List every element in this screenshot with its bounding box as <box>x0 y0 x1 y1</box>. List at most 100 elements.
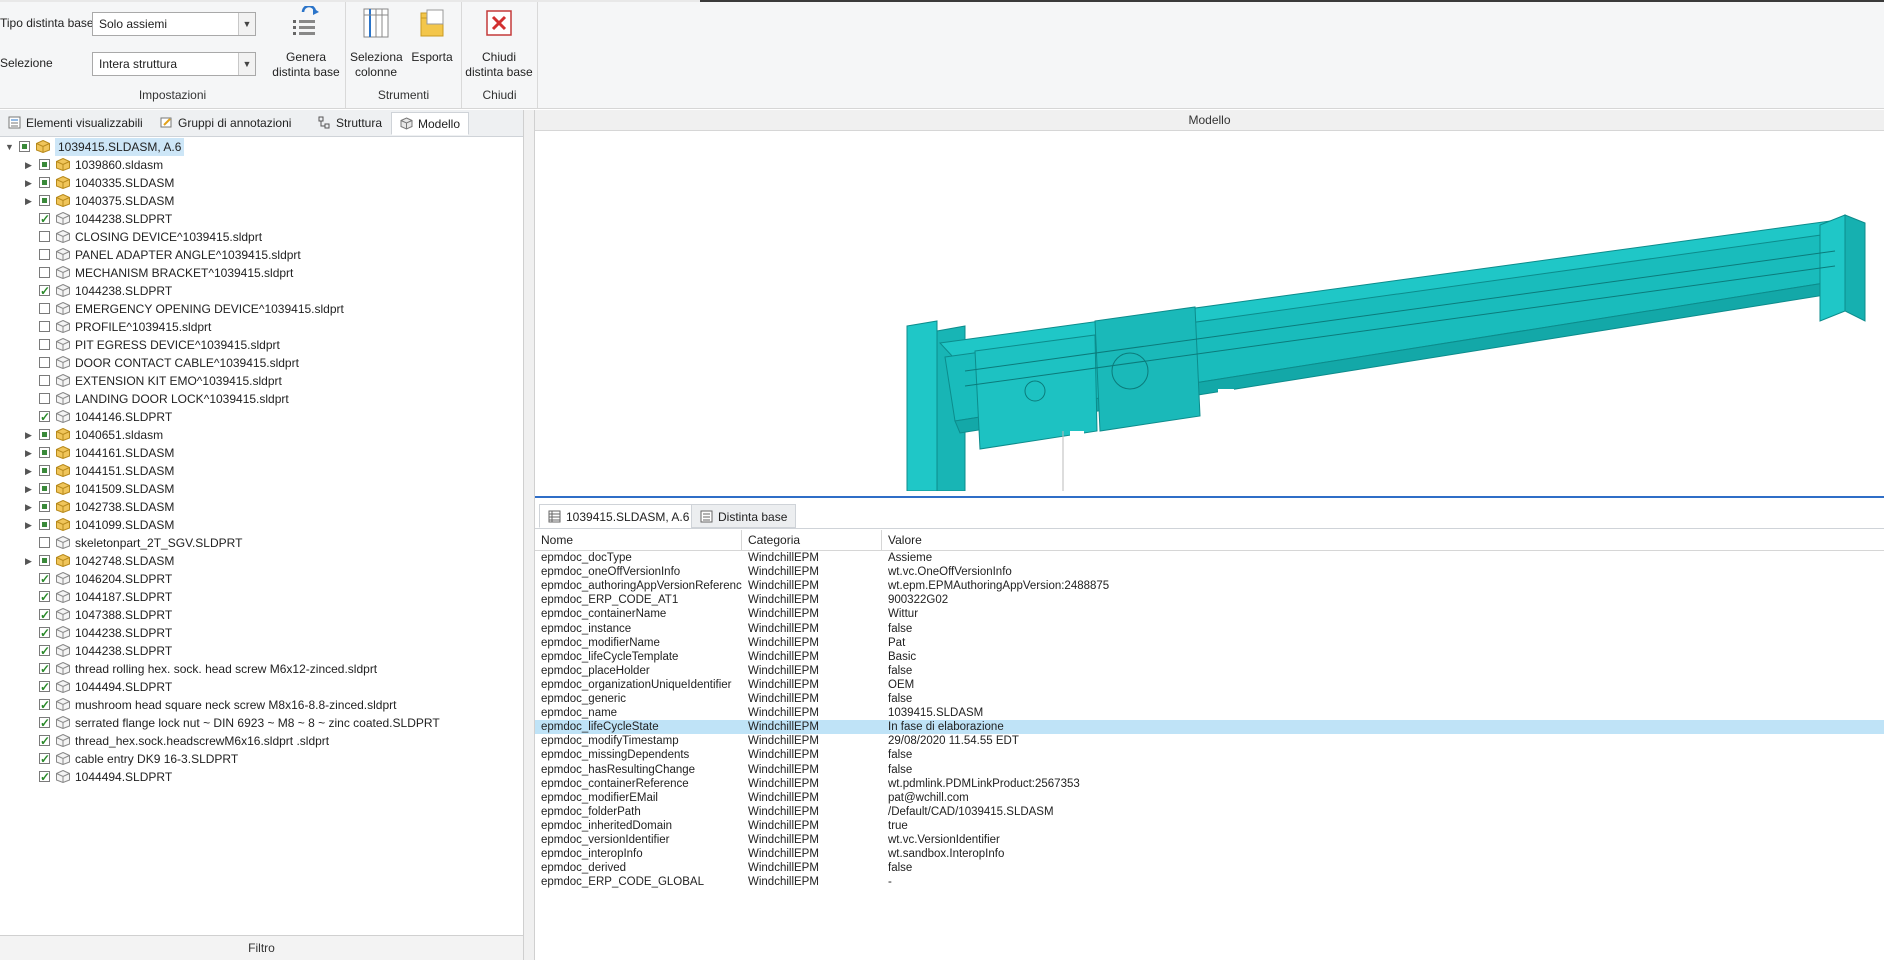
tree-node[interactable]: PROFILE^1039415.sldprt <box>0 318 523 336</box>
tab-elementi-visualizzabili[interactable]: Elementi visualizzabili <box>0 112 151 135</box>
tree-checkbox[interactable] <box>39 714 50 732</box>
tree-checkbox[interactable] <box>39 231 50 242</box>
chiudi-distinta-button[interactable]: Chiudi distinta base <box>464 6 534 80</box>
tab-modello[interactable]: Modello <box>391 112 470 135</box>
tree-node[interactable]: ▶ 1040335.SLDASM <box>0 174 523 192</box>
tree-node[interactable]: 1044494.SLDPRT <box>0 678 523 696</box>
tree-checkbox[interactable] <box>39 570 50 588</box>
tree-node[interactable]: thread_hex.sock.headscrewM6x16.sldprt .s… <box>0 732 523 750</box>
tree-checkbox[interactable] <box>39 606 50 624</box>
tree-node[interactable]: 1044238.SLDPRT <box>0 282 523 300</box>
tree-node[interactable]: 1044146.SLDPRT <box>0 408 523 426</box>
tree-node[interactable]: 1044238.SLDPRT <box>0 210 523 228</box>
tree-node[interactable]: ▶ 1039860.sldasm <box>0 156 523 174</box>
filtro-bar[interactable]: Filtro <box>0 935 523 960</box>
tree-node[interactable]: 1044238.SLDPRT <box>0 642 523 660</box>
tree-checkbox[interactable] <box>39 357 50 368</box>
tree-checkbox[interactable] <box>39 195 50 206</box>
chevron-down-icon[interactable]: ▼ <box>238 53 255 75</box>
tree-checkbox[interactable] <box>39 177 50 188</box>
expand-right-icon[interactable]: ▶ <box>25 516 35 534</box>
column-header-categoria[interactable]: Categoria <box>742 530 882 550</box>
tab-struttura[interactable]: Struttura <box>310 112 390 135</box>
table-row[interactable]: epmdoc_containerReference WindchillEPM wt.… <box>535 777 1884 791</box>
table-row[interactable]: epmdoc_generic WindchillEPM false <box>535 692 1884 706</box>
selezione-select[interactable]: Intera struttura ▼ <box>92 52 256 76</box>
tree-checkbox[interactable] <box>39 159 50 170</box>
tree-node[interactable]: PANEL ADAPTER ANGLE^1039415.sldprt <box>0 246 523 264</box>
tree-checkbox[interactable] <box>39 519 50 530</box>
tree-node[interactable]: mushroom head square neck screw M8x16-8.… <box>0 696 523 714</box>
tree-node[interactable]: 1044238.SLDPRT <box>0 624 523 642</box>
expand-right-icon[interactable]: ▶ <box>25 480 35 498</box>
table-row[interactable]: epmdoc_inheritedDomain WindchillEPM true <box>535 819 1884 833</box>
expand-right-icon[interactable]: ▶ <box>25 156 35 174</box>
tree-root[interactable]: ▼ 1039415.SLDASM, A.6 <box>0 138 523 156</box>
genera-distinta-button[interactable]: Genera distinta base <box>268 4 344 80</box>
tree-checkbox[interactable] <box>39 678 50 696</box>
table-row[interactable]: epmdoc_versionIdentifier WindchillEPM wt.v… <box>535 833 1884 847</box>
tree-checkbox[interactable] <box>39 642 50 660</box>
tree-checkbox[interactable] <box>39 321 50 332</box>
tree-node[interactable]: ▶ 1040651.sldasm <box>0 426 523 444</box>
esporta-button[interactable]: Esporta <box>408 6 456 65</box>
tree-node[interactable]: ▶ 1041509.SLDASM <box>0 480 523 498</box>
tree-checkbox[interactable] <box>39 375 50 386</box>
tree-checkbox[interactable] <box>19 141 30 152</box>
tree-node[interactable]: PIT EGRESS DEVICE^1039415.sldprt <box>0 336 523 354</box>
column-header-valore[interactable]: Valore <box>882 530 1884 550</box>
tree-checkbox[interactable] <box>39 750 50 768</box>
tree-node[interactable]: thread rolling hex. sock. head screw M6x… <box>0 660 523 678</box>
left-splitter[interactable] <box>524 110 535 960</box>
tree-checkbox[interactable] <box>39 768 50 786</box>
table-row[interactable]: epmdoc_lifeCycleState WindchillEPM In fase… <box>535 720 1884 735</box>
expand-down-icon[interactable]: ▼ <box>5 138 15 156</box>
tree-checkbox[interactable] <box>39 660 50 678</box>
tree-node[interactable]: DOOR CONTACT CABLE^1039415.sldprt <box>0 354 523 372</box>
tree-node[interactable]: serrated flange lock nut ~ DIN 6923 ~ M8… <box>0 714 523 732</box>
tree-node[interactable]: cable entry DK9 16-3.SLDPRT <box>0 750 523 768</box>
tree-node[interactable]: MECHANISM BRACKET^1039415.sldprt <box>0 264 523 282</box>
tree-node[interactable]: ▶ 1041099.SLDASM <box>0 516 523 534</box>
tipo-distinta-select[interactable]: Solo assiemi ▼ <box>92 12 256 36</box>
table-row[interactable]: epmdoc_folderPath WindchillEPM/Default/CA… <box>535 805 1884 819</box>
expand-right-icon[interactable]: ▶ <box>25 444 35 462</box>
chevron-down-icon[interactable]: ▼ <box>238 13 255 35</box>
tree-checkbox[interactable] <box>39 339 50 350</box>
tree-node[interactable]: ▶ 1042748.SLDASM <box>0 552 523 570</box>
table-row[interactable]: epmdoc_modifyTimestamp WindchillEPM 29/08/… <box>535 734 1884 748</box>
panel-separator[interactable] <box>535 496 1884 498</box>
table-row[interactable]: epmdoc_ERP_CODE_GLOBAL WindchillEPM - <box>535 875 1884 889</box>
tree-checkbox[interactable] <box>39 393 50 404</box>
table-row[interactable]: epmdoc_name WindchillEPM 1039415.SLDASM <box>535 706 1884 720</box>
tab-properties-document[interactable]: 1039415.SLDASM, A.6 <box>539 504 699 528</box>
table-row[interactable]: epmdoc_docType WindchillEPM Assieme <box>535 551 1884 565</box>
tree-node[interactable]: EMERGENCY OPENING DEVICE^1039415.sldprt <box>0 300 523 318</box>
table-row[interactable]: epmdoc_missingDependents WindchillEPM fals… <box>535 748 1884 762</box>
tree-checkbox[interactable] <box>39 408 50 426</box>
tree-node[interactable]: ▶ 1040375.SLDASM <box>0 192 523 210</box>
table-row[interactable]: epmdoc_lifeCycleTemplate WindchillEPM Basi… <box>535 650 1884 664</box>
table-row[interactable]: epmdoc_modifierEMail WindchillEPM pat@wchi… <box>535 791 1884 805</box>
expand-right-icon[interactable]: ▶ <box>25 174 35 192</box>
tree-node[interactable]: skeletonpart_2T_SGV.SLDPRT <box>0 534 523 552</box>
tree-checkbox[interactable] <box>39 555 50 566</box>
table-row[interactable]: epmdoc_placeHolder WindchillEPM false <box>535 664 1884 678</box>
tree-node[interactable]: CLOSING DEVICE^1039415.sldprt <box>0 228 523 246</box>
tree-node[interactable]: 1044187.SLDPRT <box>0 588 523 606</box>
tree-node[interactable]: ▶ 1044151.SLDASM <box>0 462 523 480</box>
tree-checkbox[interactable] <box>39 732 50 750</box>
expand-right-icon[interactable]: ▶ <box>25 462 35 480</box>
tree-checkbox[interactable] <box>39 624 50 642</box>
tree-checkbox[interactable] <box>39 429 50 440</box>
tree-checkbox[interactable] <box>39 537 50 548</box>
table-row[interactable]: epmdoc_modifierName WindchillEPM Pat <box>535 636 1884 650</box>
tree-checkbox[interactable] <box>39 696 50 714</box>
tree-node[interactable]: 1044494.SLDPRT <box>0 768 523 786</box>
tree-node[interactable]: ▶ 1042738.SLDASM <box>0 498 523 516</box>
tree-node[interactable]: 1047388.SLDPRT <box>0 606 523 624</box>
tab-distinta-base[interactable]: Distinta base <box>691 504 797 528</box>
table-row[interactable]: epmdoc_organizationUniqueIdentifier Windc… <box>535 678 1884 692</box>
tree-checkbox[interactable] <box>39 447 50 458</box>
tree-checkbox[interactable] <box>39 267 50 278</box>
